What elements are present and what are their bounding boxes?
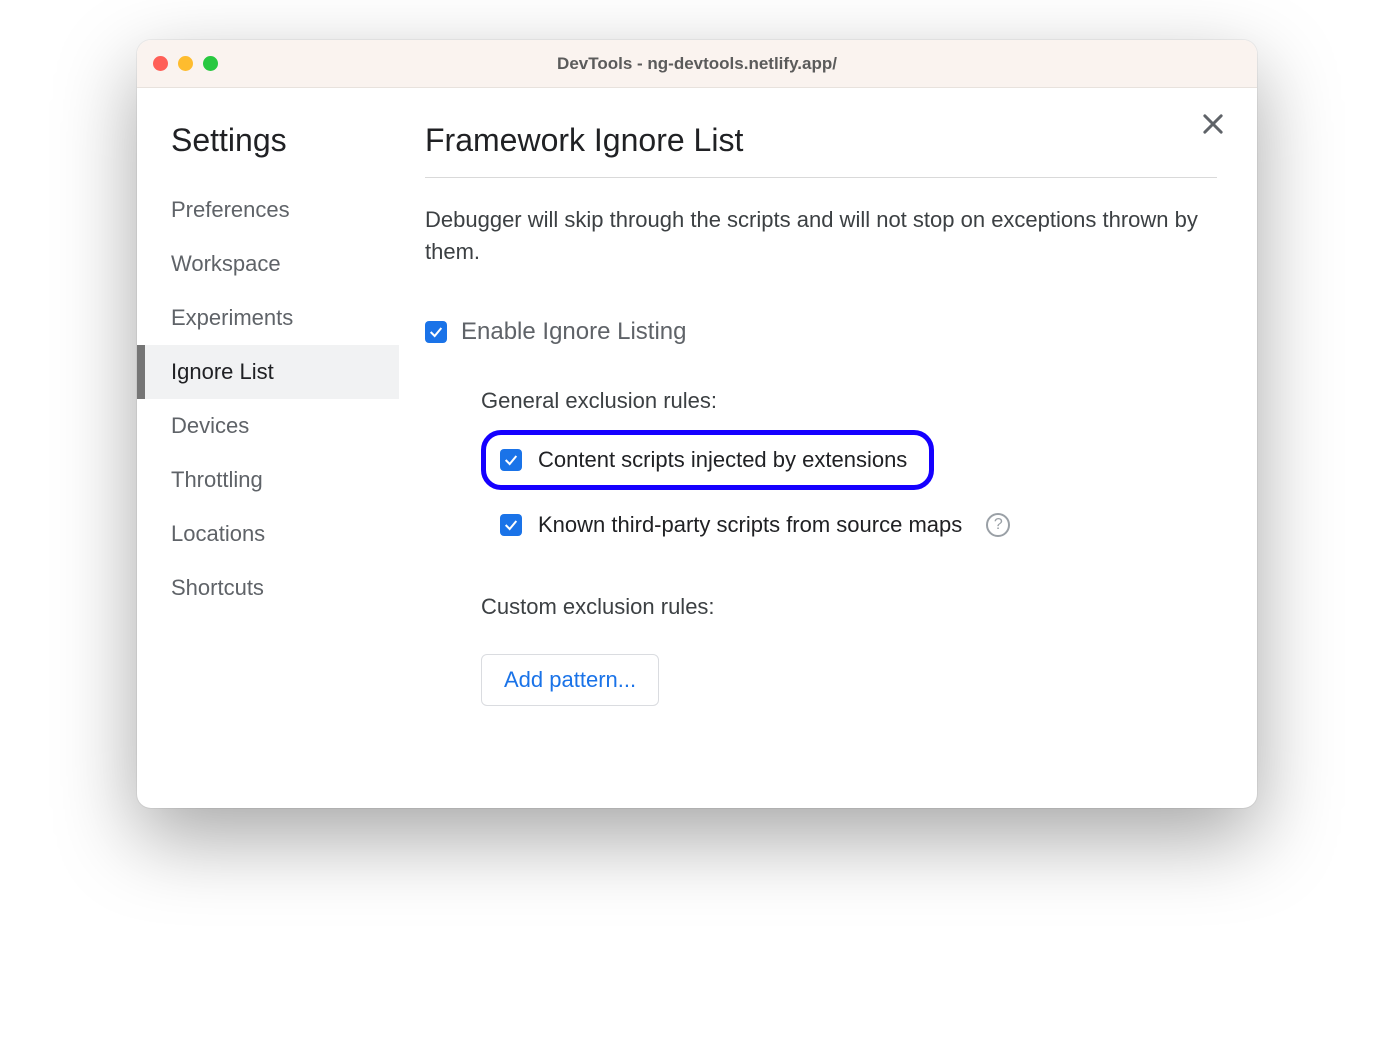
enable-ignore-listing-row: Enable Ignore Listing xyxy=(425,318,1217,346)
sidebar-item-throttling[interactable]: Throttling xyxy=(167,453,399,507)
sidebar-item-label: Locations xyxy=(171,521,265,546)
sidebar-item-label: Experiments xyxy=(171,305,293,330)
window-zoom-dot[interactable] xyxy=(203,56,218,71)
panel-title: Framework Ignore List xyxy=(425,122,1217,178)
titlebar: DevTools - ng-devtools.netlify.app/ xyxy=(137,40,1257,88)
sidebar-title: Settings xyxy=(167,122,399,159)
window-minimize-dot[interactable] xyxy=(178,56,193,71)
exclusion-rule-checkbox[interactable] xyxy=(500,514,522,536)
sidebar-item-label: Throttling xyxy=(171,467,263,492)
sidebar-item-label: Ignore List xyxy=(171,359,274,384)
sidebar-item-devices[interactable]: Devices xyxy=(167,399,399,453)
sidebar-item-ignore-list[interactable]: Ignore List xyxy=(137,345,399,399)
exclusion-rule-row: Content scripts injected by extensions xyxy=(481,430,934,490)
enable-ignore-listing-label: Enable Ignore Listing xyxy=(461,318,687,346)
exclusion-rule-label: Content scripts injected by extensions xyxy=(538,447,907,473)
sidebar-item-preferences[interactable]: Preferences xyxy=(167,183,399,237)
settings-panel: Framework Ignore List Debugger will skip… xyxy=(399,122,1257,758)
sidebar-item-label: Devices xyxy=(171,413,249,438)
close-icon[interactable] xyxy=(1199,110,1227,138)
content-area: Settings Preferences Workspace Experiments… xyxy=(137,88,1257,808)
settings-sidebar: Settings Preferences Workspace Experiments… xyxy=(137,122,399,758)
add-pattern-button[interactable]: Add pattern... xyxy=(481,654,659,706)
panel-description: Debugger will skip through the scripts a… xyxy=(425,204,1217,268)
traffic-lights xyxy=(153,56,218,71)
help-icon[interactable]: ? xyxy=(986,513,1010,537)
sidebar-item-locations[interactable]: Locations xyxy=(167,507,399,561)
exclusion-rule-row: Known third-party scripts from source ma… xyxy=(481,500,1010,538)
general-rules-label: General exclusion rules: xyxy=(481,388,1217,414)
window-close-dot[interactable] xyxy=(153,56,168,71)
custom-rules-label: Custom exclusion rules: xyxy=(481,594,1217,620)
enable-ignore-listing-checkbox[interactable] xyxy=(425,321,447,343)
exclusion-rule-label: Known third-party scripts from source ma… xyxy=(538,512,962,538)
sidebar-item-label: Shortcuts xyxy=(171,575,264,600)
sidebar-item-shortcuts[interactable]: Shortcuts xyxy=(167,561,399,615)
sidebar-item-label: Workspace xyxy=(171,251,281,276)
sidebar-item-label: Preferences xyxy=(171,197,290,222)
exclusion-rule-checkbox[interactable] xyxy=(500,449,522,471)
sidebar-item-experiments[interactable]: Experiments xyxy=(167,291,399,345)
sidebar-item-workspace[interactable]: Workspace xyxy=(167,237,399,291)
window-title: DevTools - ng-devtools.netlify.app/ xyxy=(137,54,1257,74)
settings-window: DevTools - ng-devtools.netlify.app/ Sett… xyxy=(137,40,1257,808)
